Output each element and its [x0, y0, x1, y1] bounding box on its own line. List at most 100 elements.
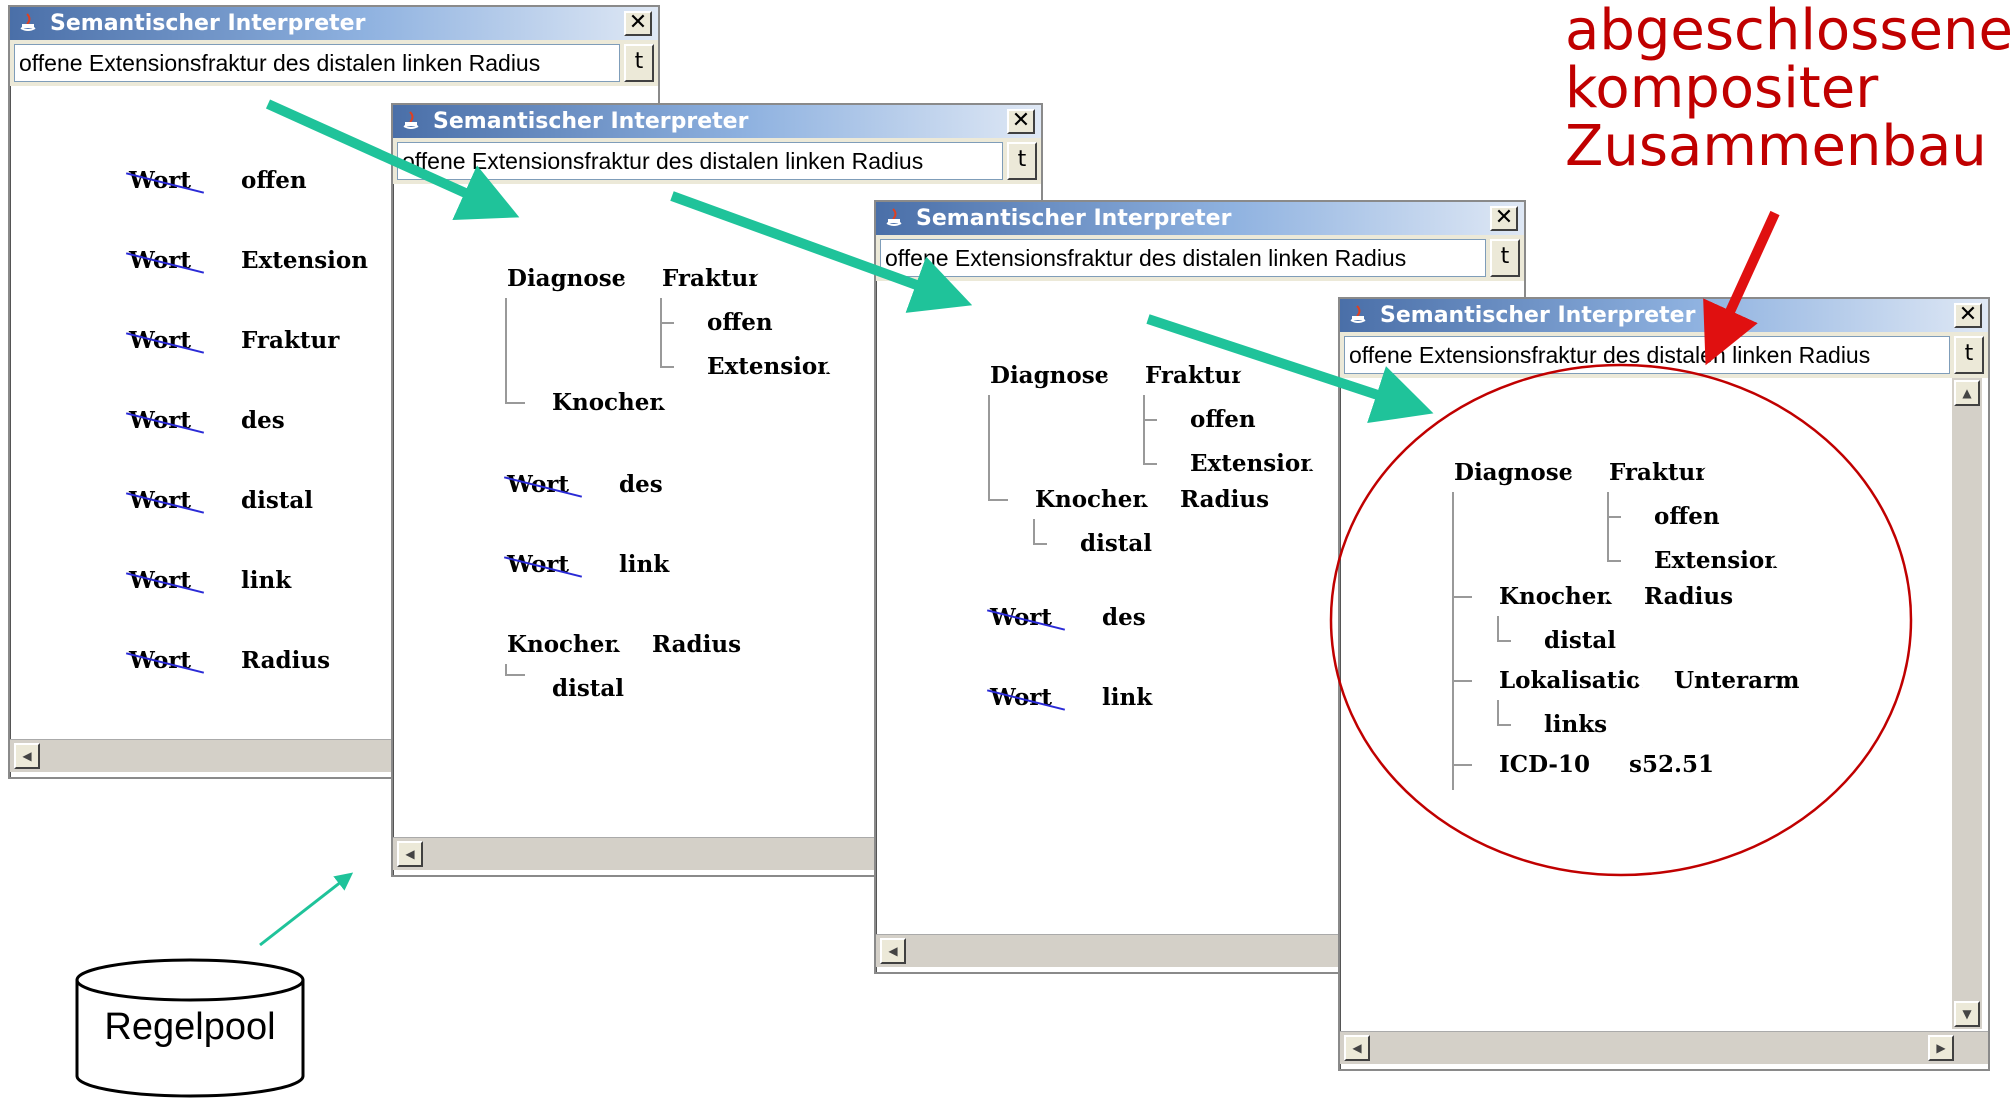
unterarm-tag: Unterarm [1650, 662, 1820, 700]
word-tag: Radius [217, 642, 347, 680]
tree-connector [1497, 699, 1499, 725]
t-button[interactable]: t [1007, 142, 1037, 180]
lokalisation-tag: Lokalisation [1475, 662, 1655, 700]
title-bar[interactable]: Semantischer Interpreter ✕ [1340, 299, 1988, 332]
interpreter-window-4: Semantischer Interpreter ✕ offene Extens… [1338, 297, 1990, 1071]
tree-connector [1033, 543, 1047, 545]
knochen-tag: Knochen [1011, 481, 1161, 519]
tree-connector [660, 322, 674, 324]
tree-connector [1497, 724, 1511, 726]
tree-connector [1607, 492, 1609, 562]
links-tag: links [1520, 706, 1625, 744]
arrow-icon [259, 872, 354, 947]
title-bar[interactable]: Semantischer Interpreter ✕ [10, 7, 658, 40]
tree-connector [1143, 395, 1145, 465]
input-row: offene Extensionsfraktur des distalen li… [1340, 332, 1988, 378]
scroll-right-icon[interactable]: ▶ [1928, 1035, 1954, 1061]
tree-connector [1497, 615, 1499, 641]
annotation-label: abgeschlossener kompositer Zusammenbau [1565, 0, 2014, 179]
tree-connector [505, 298, 507, 403]
tree-connector [660, 298, 662, 368]
tree-connector [505, 674, 525, 676]
title-bar[interactable]: Semantischer Interpreter ✕ [876, 202, 1524, 235]
tree-connector [1143, 463, 1157, 465]
offen-tag: offen [683, 304, 798, 342]
distal-tag: distal [1056, 525, 1176, 563]
word-tag: offen [217, 162, 337, 200]
title-bar[interactable]: Semantischer Interpreter ✕ [393, 105, 1041, 138]
diagnose-tag: Diagnose [966, 357, 1126, 395]
regelpool-database: Regelpool [75, 958, 305, 1100]
offen-tag: offen [1166, 401, 1281, 439]
close-button[interactable]: ✕ [624, 11, 652, 36]
vertical-scrollbar[interactable]: ▲ ▼ [1952, 378, 1982, 1029]
icd-tag: ICD-10 [1475, 746, 1610, 784]
word-tag: link [217, 562, 312, 600]
close-button[interactable]: ✕ [1954, 303, 1982, 328]
close-icon: ✕ [1958, 302, 1978, 327]
word-tag: Extension [217, 242, 387, 280]
scroll-down-icon[interactable]: ▼ [1954, 1001, 1980, 1027]
text-input[interactable]: offene Extensionsfraktur des distalen li… [14, 44, 620, 82]
distal-tag: distal [1520, 622, 1640, 660]
extension-tag: Extension [1630, 542, 1790, 580]
tree-connector [1497, 640, 1511, 642]
diagnose-tag: Diagnose [483, 260, 643, 298]
radius-tag: Radius [628, 626, 768, 664]
regelpool-label: Regelpool [104, 1006, 276, 1048]
close-button[interactable]: ✕ [1007, 109, 1035, 134]
close-button[interactable]: ✕ [1490, 206, 1518, 231]
word-tag: des [595, 466, 695, 504]
scroll-left-icon[interactable]: ◀ [14, 743, 40, 769]
close-icon: ✕ [628, 10, 648, 35]
t-button[interactable]: t [624, 44, 654, 82]
tree-connector [1452, 492, 1454, 790]
knochen-tag: Knochen [483, 626, 633, 664]
wort-tag: Wort [105, 482, 223, 520]
word-tag: des [217, 402, 317, 440]
fraktur-tag: Fraktur [1585, 454, 1720, 492]
tree-connector [1607, 516, 1621, 518]
extension-tag: Extension [683, 348, 843, 386]
wort-tag: Wort [105, 562, 223, 600]
tree-connector [505, 402, 525, 404]
text-input[interactable]: offene Extensionsfraktur des distalen li… [397, 142, 1003, 180]
scroll-left-icon[interactable]: ◀ [397, 841, 423, 867]
scroll-left-icon[interactable]: ◀ [880, 938, 906, 964]
t-button[interactable]: t [1954, 336, 1984, 374]
t-button[interactable]: t [1490, 239, 1520, 277]
word-tag: link [595, 546, 695, 584]
window-title: Semantischer Interpreter [50, 11, 366, 36]
radius-tag: Radius [1156, 481, 1296, 519]
text-input[interactable]: offene Extensionsfraktur des distalen li… [880, 239, 1486, 277]
java-icon [886, 208, 902, 226]
tree-connector [1143, 419, 1157, 421]
close-icon: ✕ [1011, 108, 1031, 133]
tree-connector [660, 366, 674, 368]
tree-connector [1607, 560, 1621, 562]
window-title: Semantischer Interpreter [916, 206, 1232, 231]
close-icon: ✕ [1494, 205, 1514, 230]
window-title: Semantischer Interpreter [1380, 303, 1696, 328]
wort-tag: Wort [966, 679, 1084, 717]
diagnose-tag: Diagnose [1430, 454, 1590, 492]
scroll-left-icon[interactable]: ◀ [1344, 1035, 1370, 1061]
word-tag: link [1078, 679, 1178, 717]
radius-tag: Radius [1620, 578, 1760, 616]
wort-tag: Wort [105, 322, 223, 360]
text-input[interactable]: offene Extensionsfraktur des distalen li… [1344, 336, 1950, 374]
horizontal-scrollbar[interactable]: ◀ ▶ [1340, 1031, 1988, 1064]
tree-connector [1033, 518, 1035, 544]
wort-tag: Wort [105, 162, 223, 200]
scroll-up-icon[interactable]: ▲ [1954, 380, 1980, 406]
extension-tag: Extension [1166, 445, 1326, 483]
knochen-tag: Knochen [528, 384, 678, 422]
tree-connector [1452, 596, 1472, 598]
input-row: offene Extensionsfraktur des distalen li… [876, 235, 1524, 281]
wort-tag: Wort [483, 466, 601, 504]
word-tag: des [1078, 599, 1178, 637]
fraktur-tag: Fraktur [638, 260, 773, 298]
tree-connector [988, 395, 990, 500]
code-tag: s52.51 [1605, 746, 1745, 784]
distal-tag: distal [528, 670, 648, 708]
